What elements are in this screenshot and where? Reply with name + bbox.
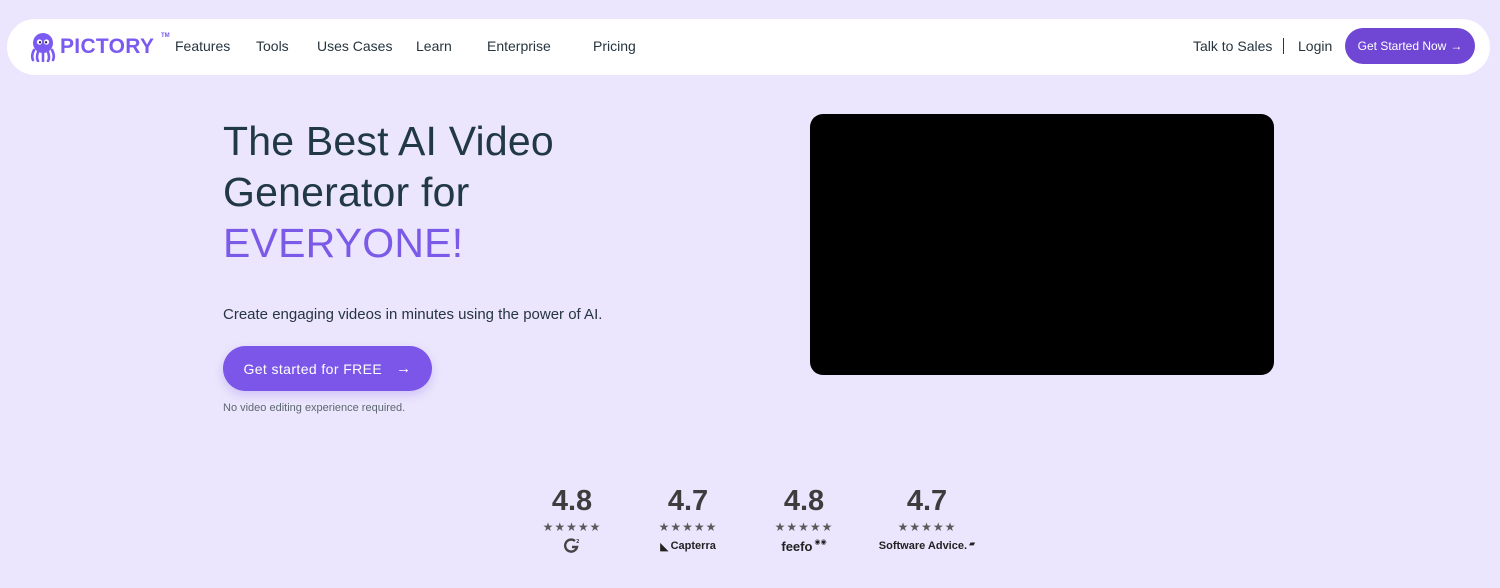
hero-subtitle: Create engaging videos in minutes using … (223, 306, 603, 323)
rating-feefo: 4.8 ★★★★★ feefo ◉◉ (749, 484, 859, 554)
nav-login[interactable]: Login (1298, 38, 1332, 54)
feefo-eyes-icon: ◉◉ (814, 539, 827, 546)
nav-talk-to-sales[interactable]: Talk to Sales (1193, 38, 1272, 54)
get-started-free-label: Get started for FREE (243, 360, 383, 377)
top-navbar: PICTORY TM Features Tools Uses Cases Lea… (7, 19, 1490, 75)
get-started-now-button[interactable]: Get Started Now → (1345, 28, 1475, 64)
hero-note: No video editing experience required. (223, 402, 406, 414)
software-advice-logo-text: Software Advice. (878, 540, 968, 552)
arrow-right-icon: → (1450, 39, 1463, 53)
brand-logo[interactable]: PICTORY TM (29, 31, 170, 63)
hero-title-accent: EVERYONE! (223, 220, 464, 266)
svg-text:2: 2 (576, 539, 580, 545)
nav-enterprise[interactable]: Enterprise (487, 38, 551, 54)
rating-software-advice: 4.7 ★★★★★ Software Advice. ▰ (872, 484, 982, 554)
software-advice-logo: Software Advice. ▰ (872, 538, 982, 554)
nav-pricing[interactable]: Pricing (593, 38, 636, 54)
hero-title-line1: The Best AI Video (223, 118, 554, 164)
nav-tools[interactable]: Tools (256, 38, 289, 54)
feefo-logo: feefo ◉◉ (749, 538, 859, 554)
speech-bubble-icon: ▰ (969, 538, 976, 548)
g2-logo-icon: 2 (517, 538, 627, 554)
arrow-right-icon: → (396, 360, 412, 377)
feefo-logo-text: feefo (781, 538, 813, 554)
rating-score: 4.7 (667, 485, 709, 517)
rating-score: 4.8 (783, 485, 825, 517)
rating-g2: 4.8 ★★★★★ 2 (517, 484, 627, 554)
capterra-logo-text: Capterra (670, 540, 716, 552)
star-rating-icon: ★★★★★ (897, 520, 957, 534)
hero-title: The Best AI Video Generator for EVERYONE… (223, 116, 743, 269)
star-rating-icon: ★★★★★ (658, 520, 718, 534)
get-started-free-button[interactable]: Get started for FREE → (223, 346, 432, 391)
get-started-now-label: Get Started Now (1357, 39, 1447, 53)
trademark-mark: TM (161, 33, 170, 39)
nav-learn[interactable]: Learn (416, 38, 452, 54)
rating-score: 4.8 (551, 485, 593, 517)
nav-features[interactable]: Features (175, 38, 230, 54)
video-player[interactable] (810, 114, 1274, 375)
brand-name: PICTORY (60, 35, 155, 58)
nav-use-cases[interactable]: Uses Cases (317, 38, 392, 54)
star-rating-icon: ★★★★★ (774, 520, 834, 534)
rating-score: 4.7 (906, 485, 948, 517)
rating-capterra: 4.7 ★★★★★ ◣ Capterra (633, 484, 743, 554)
capterra-logo: ◣ Capterra (633, 538, 743, 554)
capterra-arrow-icon: ◣ (660, 540, 669, 553)
octopus-logo-icon (30, 33, 56, 62)
nav-divider (1283, 38, 1284, 54)
hero-title-line2: Generator for (223, 169, 470, 215)
star-rating-icon: ★★★★★ (542, 520, 602, 534)
